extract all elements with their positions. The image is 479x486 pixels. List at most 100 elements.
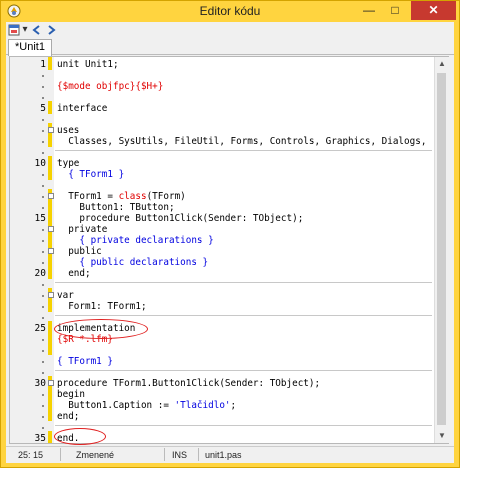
form-icon[interactable] bbox=[8, 24, 20, 36]
source-editor[interactable]: 1 5 10 15 20 25 30 35 unit Unit1; {$mode… bbox=[9, 56, 449, 445]
modified-line-marker bbox=[48, 57, 52, 70]
minimize-button[interactable]: — bbox=[357, 1, 381, 20]
line-dot bbox=[42, 240, 44, 242]
code-line: type bbox=[57, 158, 80, 169]
line-dot bbox=[42, 86, 44, 88]
line-number: 1 bbox=[40, 59, 46, 70]
line-dot bbox=[42, 317, 44, 319]
section-divider bbox=[55, 425, 432, 426]
line-dot bbox=[42, 361, 44, 363]
code-line: private bbox=[57, 224, 108, 235]
code-line: { public declarations } bbox=[57, 257, 209, 268]
maximize-icon: □ bbox=[391, 3, 399, 17]
code-token: 'Tlačidlo' bbox=[174, 400, 231, 411]
modified-line-marker bbox=[48, 156, 52, 180]
line-number: 5 bbox=[40, 103, 46, 114]
code-line: public bbox=[57, 246, 102, 257]
code-line: procedure TForm1.Button1Click(Sender: TO… bbox=[57, 378, 320, 389]
vertical-scrollbar[interactable]: ▲ ▼ bbox=[434, 57, 449, 443]
status-divider bbox=[198, 448, 199, 461]
line-dot bbox=[42, 119, 44, 121]
line-dot bbox=[42, 207, 44, 209]
insert-mode: INS bbox=[172, 450, 188, 460]
line-number: 30 bbox=[34, 378, 46, 389]
code-line: unit Unit1; bbox=[57, 59, 119, 70]
code-line: begin bbox=[57, 389, 85, 400]
modified-indicator: Zmenené bbox=[76, 450, 115, 460]
forward-arrow-icon[interactable] bbox=[45, 24, 57, 36]
line-dot bbox=[42, 185, 44, 187]
highlight-ellipse bbox=[54, 428, 106, 445]
fold-icon[interactable] bbox=[48, 193, 54, 199]
line-dot bbox=[42, 262, 44, 264]
line-dot bbox=[42, 97, 44, 99]
scroll-down-icon[interactable]: ▼ bbox=[435, 429, 449, 443]
status-bar: 25: 15 Zmenené INS unit1.pas bbox=[6, 446, 454, 463]
section-divider bbox=[55, 370, 432, 371]
code-line: end; bbox=[57, 268, 91, 279]
maximize-button[interactable]: □ bbox=[383, 1, 407, 20]
fold-icon[interactable] bbox=[48, 380, 54, 386]
code-token: procedure bbox=[57, 378, 113, 389]
scroll-up-icon[interactable]: ▲ bbox=[435, 57, 449, 71]
fold-icon[interactable] bbox=[48, 226, 54, 232]
dropdown-icon[interactable]: ▾ bbox=[21, 24, 29, 36]
status-divider bbox=[60, 448, 61, 461]
close-icon: ✕ bbox=[428, 3, 439, 17]
code-token: procedure bbox=[57, 213, 136, 224]
line-dot bbox=[42, 251, 44, 253]
line-number: 35 bbox=[34, 433, 46, 444]
code-token: TForm1.Button1Click(Sender: TObject); bbox=[112, 378, 321, 389]
line-dot bbox=[42, 174, 44, 176]
line-dot bbox=[42, 130, 44, 132]
modified-line-marker bbox=[48, 101, 52, 114]
line-dot bbox=[42, 427, 44, 429]
editor-client-area: ▾ *Unit1 1 5 10 15 20 25 30 35 unit Unit… bbox=[6, 22, 454, 463]
line-dot bbox=[42, 416, 44, 418]
code-line: { TForm1 } bbox=[57, 169, 125, 180]
modified-line-marker bbox=[48, 431, 52, 443]
title-bar[interactable]: Editor kódu — □ ✕ bbox=[1, 1, 459, 22]
code-line: Button1.Caption := 'Tlačidlo'; bbox=[57, 400, 236, 411]
code-line: {$mode objfpc}{$H+} bbox=[57, 81, 164, 92]
section-divider bbox=[55, 150, 432, 151]
file-name: unit1.pas bbox=[205, 450, 242, 460]
line-dot bbox=[42, 141, 44, 143]
line-dot bbox=[42, 405, 44, 407]
code-line: { private declarations } bbox=[57, 235, 214, 246]
code-token: TForm1 = bbox=[57, 191, 119, 202]
editor-window: Editor kódu — □ ✕ ▾ *Unit1 1 5 10 15 20 … bbox=[0, 0, 460, 468]
line-dot bbox=[42, 339, 44, 341]
line-dot bbox=[42, 295, 44, 297]
fold-icon[interactable] bbox=[48, 127, 54, 133]
scrollbar-thumb[interactable] bbox=[437, 73, 446, 425]
editor-tabstrip: *Unit1 bbox=[6, 38, 454, 56]
code-token: (TForm) bbox=[146, 191, 186, 202]
code-line: TForm1 = class(TForm) bbox=[57, 191, 186, 202]
back-arrow-icon[interactable] bbox=[31, 24, 43, 36]
line-dot bbox=[42, 372, 44, 374]
line-dot bbox=[42, 350, 44, 352]
line-dot bbox=[42, 196, 44, 198]
line-number: 15 bbox=[34, 213, 46, 224]
tab-unit1[interactable]: *Unit1 bbox=[8, 39, 52, 56]
section-divider bbox=[55, 315, 432, 316]
fold-icon[interactable] bbox=[48, 248, 54, 254]
cursor-position: 25: 15 bbox=[18, 450, 44, 460]
code-line: procedure Button1Click(Sender: TObject); bbox=[57, 213, 303, 224]
code-line: Classes, SysUtils, FileUtil, Forms, Cont… bbox=[68, 136, 427, 147]
modified-line-marker bbox=[48, 321, 52, 355]
line-number: 20 bbox=[34, 268, 46, 279]
code-token: class bbox=[118, 191, 147, 202]
code-line: end; bbox=[57, 411, 80, 422]
close-button[interactable]: ✕ bbox=[411, 1, 456, 20]
modified-line-marker bbox=[48, 189, 52, 279]
editor-gutter: 1 5 10 15 20 25 30 35 bbox=[10, 57, 54, 444]
code-line: var bbox=[57, 290, 74, 301]
code-area[interactable]: unit Unit1; {$mode objfpc}{$H+} interfac… bbox=[57, 57, 432, 443]
section-divider bbox=[55, 282, 432, 283]
highlight-ellipse bbox=[54, 319, 148, 339]
code-line: uses bbox=[57, 125, 80, 136]
line-dot bbox=[42, 306, 44, 308]
fold-icon[interactable] bbox=[48, 292, 54, 298]
